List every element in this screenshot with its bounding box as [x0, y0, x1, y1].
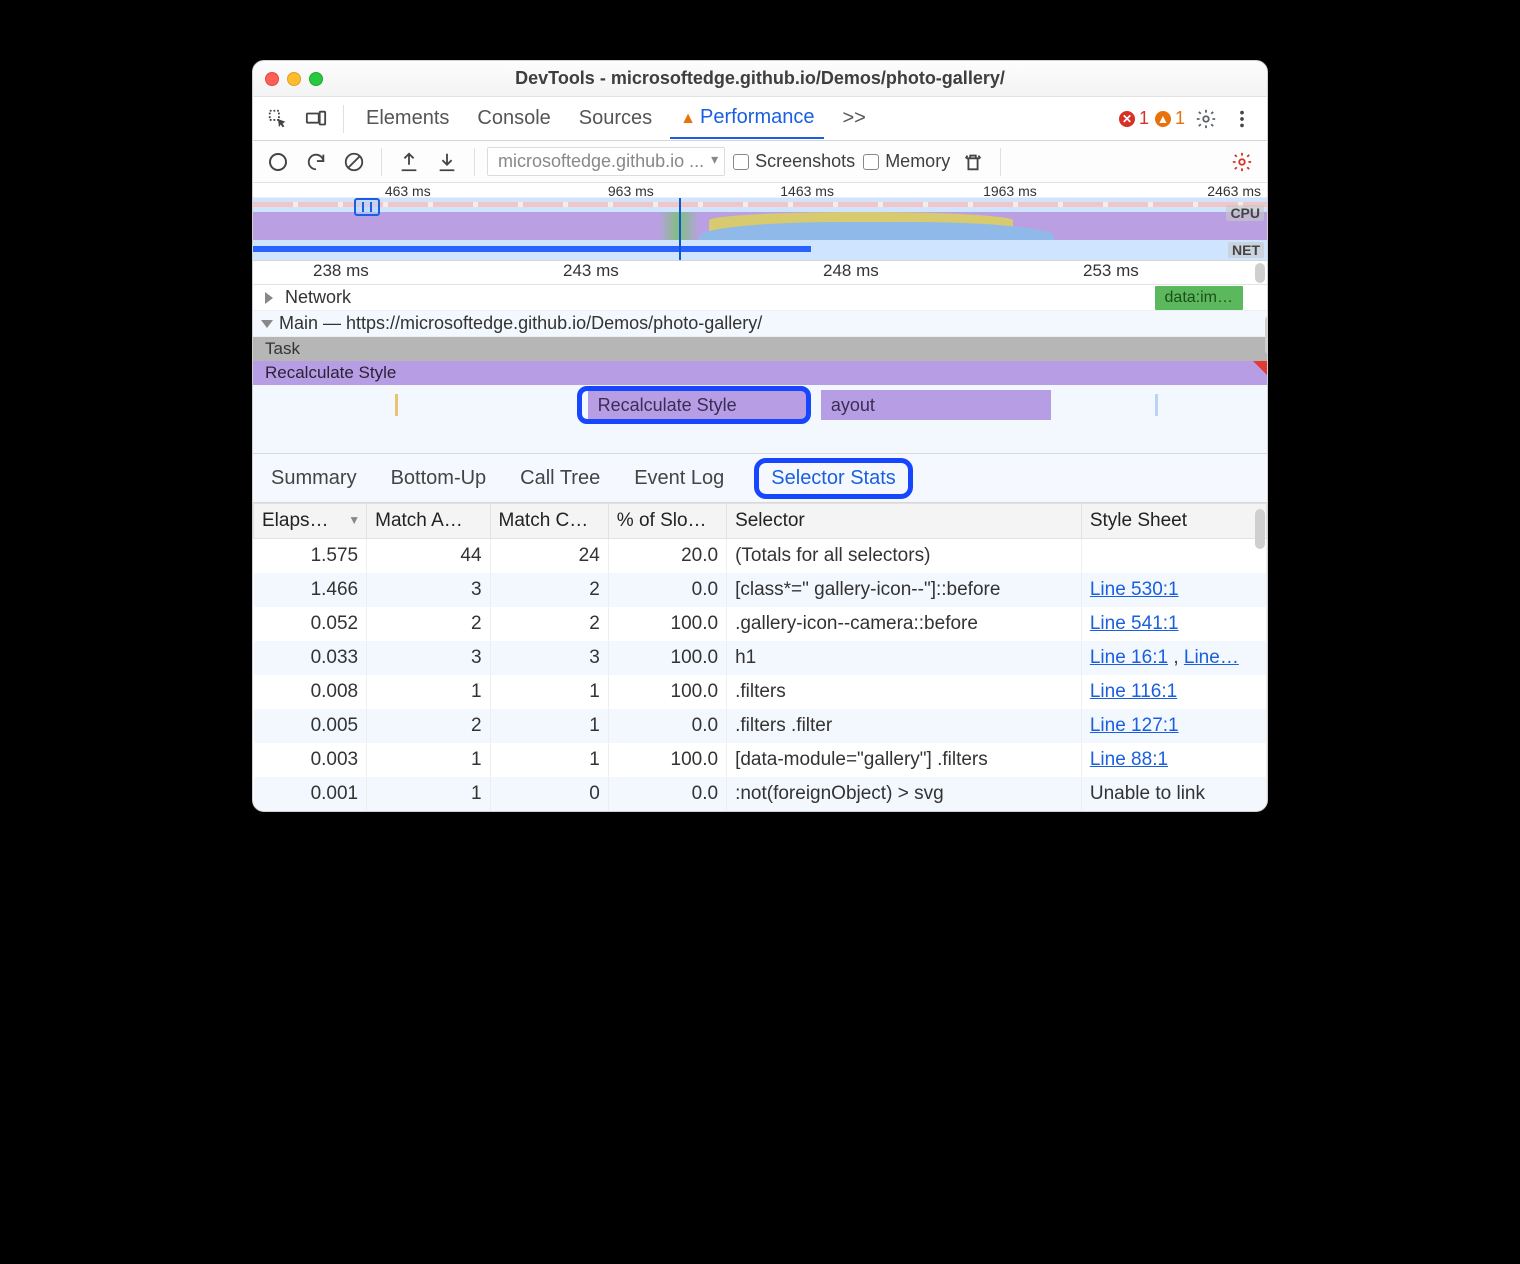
highlight-overlay-icon	[577, 386, 811, 424]
gear-icon[interactable]	[1191, 104, 1221, 134]
table-header-row: Elaps… Match A… Match C… % of Slo… Selec…	[254, 504, 1267, 539]
table-row[interactable]: 0.00311100.0[data-module="gallery"] .fil…	[254, 743, 1267, 777]
upload-icon[interactable]	[394, 147, 424, 177]
download-icon[interactable]	[432, 147, 462, 177]
titlebar: DevTools - microsoftedge.github.io/Demos…	[253, 61, 1267, 97]
kebab-icon[interactable]	[1227, 104, 1257, 134]
stylesheet-link[interactable]: Line 127:1	[1090, 715, 1179, 736]
collapse-icon[interactable]	[261, 320, 273, 328]
details-tabs: Summary Bottom-Up Call Tree Event Log Se…	[253, 453, 1267, 503]
screenshots-checkbox[interactable]: Screenshots	[733, 151, 855, 172]
highlight-overlay-icon: Selector Stats	[754, 458, 913, 499]
network-track[interactable]: Network data:im…	[253, 285, 1267, 311]
overview-selection-handle[interactable]	[354, 198, 380, 216]
window-title: DevTools - microsoftedge.github.io/Demos…	[253, 68, 1267, 89]
traffic-lights	[265, 72, 323, 86]
overview-ticks: 463 ms 963 ms 1463 ms 1963 ms 2463 ms	[253, 183, 1267, 198]
scrollbar-icon[interactable]	[1255, 509, 1265, 549]
perf-toolbar: microsoftedge.github.io ... Screenshots …	[253, 141, 1267, 183]
tab-console[interactable]: Console	[467, 99, 560, 138]
main-track[interactable]: Main — https://microsoftedge.github.io/D…	[253, 311, 1267, 337]
network-request-chip[interactable]: data:im…	[1155, 286, 1243, 310]
net-label: NET	[1228, 242, 1264, 258]
tab-selector-stats[interactable]: Selector Stats	[771, 467, 896, 490]
tab-sources[interactable]: Sources	[569, 99, 662, 138]
minimize-icon[interactable]	[287, 72, 301, 86]
table-row[interactable]: 0.00811100.0.filtersLine 116:1	[254, 675, 1267, 709]
table-row[interactable]: 1.575442420.0(Totals for all selectors)	[254, 539, 1267, 574]
stylesheet-link[interactable]: Line 116:1	[1090, 681, 1177, 702]
tab-bottom-up[interactable]: Bottom-Up	[387, 461, 491, 496]
collect-garbage-icon[interactable]	[958, 147, 988, 177]
main-tabs: Elements Console Sources Performance >> …	[253, 97, 1267, 141]
col-elapsed[interactable]: Elaps…	[254, 504, 367, 539]
warning-count[interactable]: ▲1	[1155, 108, 1185, 129]
recalc-style-bar[interactable]: Recalculate Style	[253, 361, 1267, 385]
task-bar[interactable]: Task	[253, 337, 1267, 361]
stylesheet-link[interactable]: Line…	[1184, 647, 1239, 668]
host-select[interactable]: microsoftedge.github.io ...	[487, 147, 725, 176]
stylesheet-link[interactable]: Line 88:1	[1090, 749, 1168, 770]
table-row[interactable]: 0.001100.0:not(foreignObject) > svgUnabl…	[254, 777, 1267, 811]
inspect-icon[interactable]	[263, 104, 293, 134]
tab-summary[interactable]: Summary	[267, 461, 361, 496]
col-match-count[interactable]: Match C…	[490, 504, 608, 539]
memory-checkbox[interactable]: Memory	[863, 151, 950, 172]
expand-icon[interactable]	[265, 292, 273, 304]
overview-timeline[interactable]: 463 ms 963 ms 1463 ms 1963 ms 2463 ms CP…	[253, 183, 1267, 261]
tab-event-log[interactable]: Event Log	[630, 461, 728, 496]
table-row[interactable]: 0.03333100.0h1Line 16:1 , Line…	[254, 641, 1267, 675]
reload-icon[interactable]	[301, 147, 331, 177]
stylesheet-link[interactable]: Line 530:1	[1090, 579, 1179, 600]
long-task-marker-icon	[1253, 361, 1267, 375]
table-row[interactable]: 0.005210.0.filters .filterLine 127:1	[254, 709, 1267, 743]
stylesheet-link[interactable]: Line 16:1	[1090, 647, 1168, 668]
devtools-window: DevTools - microsoftedge.github.io/Demos…	[252, 60, 1268, 812]
capture-settings-icon[interactable]	[1227, 147, 1257, 177]
flame-chart[interactable]: Network data:im… Main — https://microsof…	[253, 285, 1267, 453]
clear-icon[interactable]	[339, 147, 369, 177]
device-icon[interactable]	[301, 104, 331, 134]
flame-ruler: 238 ms 243 ms 248 ms 253 ms	[253, 261, 1267, 285]
cpu-label: CPU	[1226, 205, 1264, 221]
scrollbar-icon[interactable]	[1255, 263, 1265, 283]
col-stylesheet[interactable]: Style Sheet	[1081, 504, 1266, 539]
error-count[interactable]: ✕1	[1119, 108, 1149, 129]
layout-chip[interactable]: ayout	[821, 390, 1051, 420]
table-row[interactable]: 1.466320.0[class*=" gallery-icon--"]::be…	[254, 573, 1267, 607]
tabs-overflow[interactable]: >>	[832, 99, 875, 138]
stylesheet-link[interactable]: Line 541:1	[1090, 613, 1179, 634]
col-match-attempts[interactable]: Match A…	[367, 504, 490, 539]
selector-stats-table: Elaps… Match A… Match C… % of Slo… Selec…	[253, 503, 1267, 811]
record-icon[interactable]	[263, 147, 293, 177]
tab-call-tree[interactable]: Call Tree	[516, 461, 604, 496]
tab-elements[interactable]: Elements	[356, 99, 459, 138]
col-pct-slow[interactable]: % of Slo…	[608, 504, 726, 539]
close-icon[interactable]	[265, 72, 279, 86]
table-row[interactable]: 0.05222100.0.gallery-icon--camera::befor…	[254, 607, 1267, 641]
col-selector[interactable]: Selector	[727, 504, 1082, 539]
zoom-icon[interactable]	[309, 72, 323, 86]
tab-performance[interactable]: Performance	[670, 98, 824, 139]
